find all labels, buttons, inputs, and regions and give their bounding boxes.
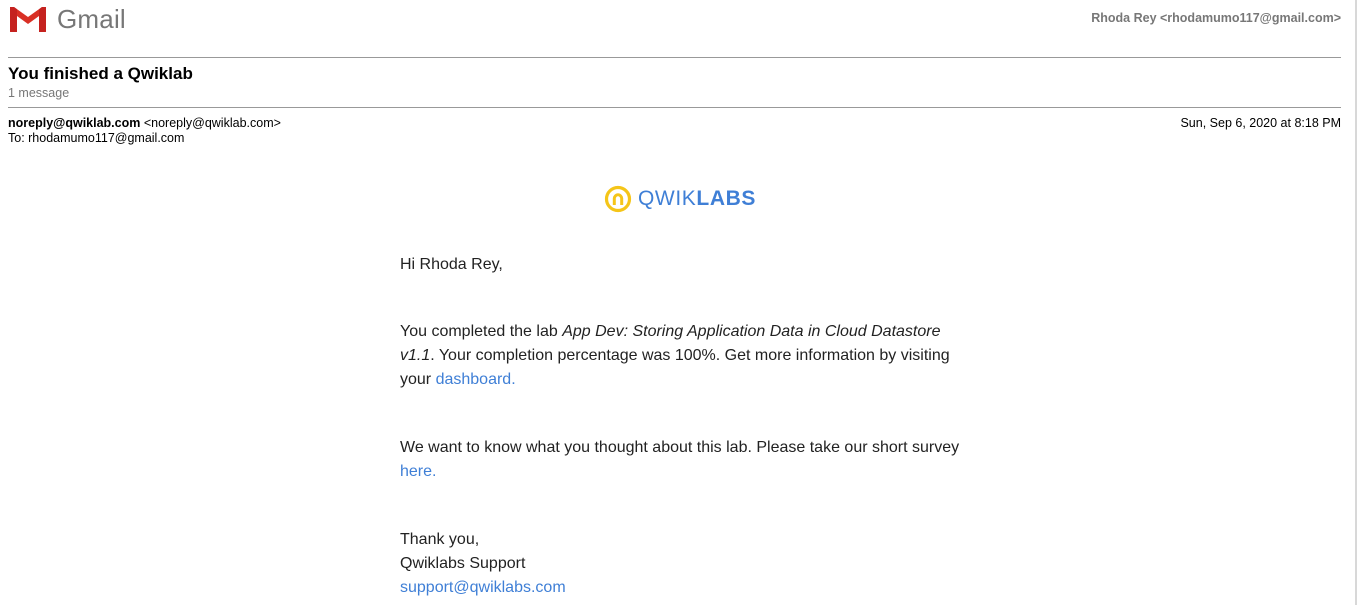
qwiklabs-brand: QWIKLABS: [604, 184, 756, 214]
sender-line: noreply@qwiklab.com <noreply@qwiklab.com…: [8, 116, 281, 130]
completion-text: You completed the lab App Dev: Storing A…: [400, 320, 960, 392]
gmail-print-view: Gmail Rhoda Rey <rhodamumo117@gmail.com>…: [0, 0, 1357, 605]
recipient-line: To: rhodamumo117@gmail.com: [8, 131, 185, 145]
brand-light: QWIK: [638, 187, 697, 210]
completion-paragraph: You completed the lab App Dev: Storing A…: [400, 320, 960, 392]
subject-divider: [8, 107, 1341, 108]
dashboard-link[interactable]: dashboard.: [436, 371, 516, 388]
greeting-text: Hi Rhoda Rey,: [400, 256, 503, 273]
greeting: Hi Rhoda Rey,: [400, 253, 960, 277]
account-label: Rhoda Rey <rhodamumo117@gmail.com>: [1091, 11, 1341, 25]
gmail-logo-icon: [10, 7, 46, 32]
brand-bold: LABS: [696, 187, 756, 210]
thanks-line: Thank you,: [400, 531, 480, 548]
survey-link[interactable]: here.: [400, 463, 436, 480]
signature: Thank you, Qwiklabs Support support@qwik…: [400, 528, 960, 600]
message-count: 1 message: [8, 86, 70, 100]
survey-text: We want to know what you thought about t…: [400, 436, 960, 484]
support-email-link[interactable]: support@qwiklabs.com: [400, 579, 566, 596]
sender-address: <noreply@qwiklab.com>: [143, 116, 281, 130]
p1-pre: You completed the lab: [400, 323, 563, 340]
email-subject: You finished a Qwiklab: [8, 64, 193, 83]
gmail-wordmark: Gmail: [57, 3, 126, 34]
p2-pre: We want to know what you thought about t…: [400, 439, 960, 456]
sender-name: noreply@qwiklab.com: [8, 116, 141, 130]
qwiklabs-wordmark: QWIKLABS: [638, 187, 756, 211]
header-divider: [8, 57, 1341, 58]
qwiklabs-logo-icon: [604, 185, 632, 213]
team-line: Qwiklabs Support: [400, 555, 526, 572]
survey-paragraph: We want to know what you thought about t…: [400, 436, 960, 484]
message-date: Sun, Sep 6, 2020 at 8:18 PM: [1180, 116, 1341, 130]
gmail-logo[interactable]: Gmail: [8, 3, 126, 35]
